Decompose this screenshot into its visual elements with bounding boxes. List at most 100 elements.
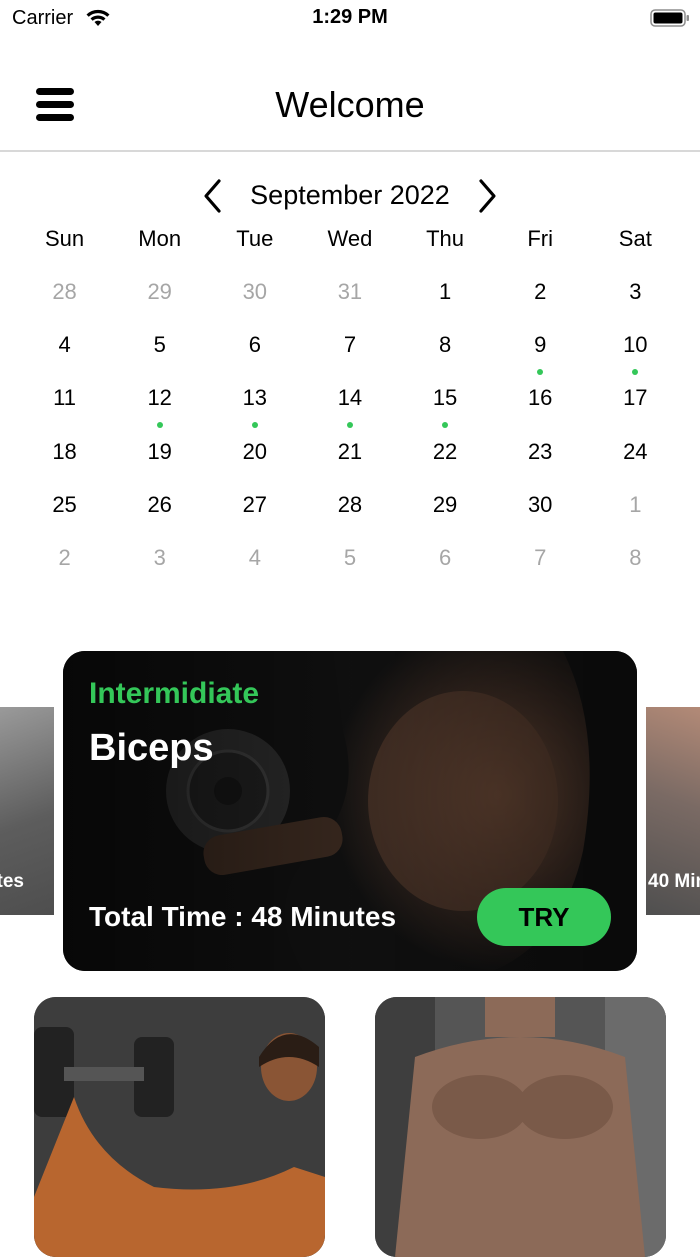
calendar-day[interactable]: 6 (207, 327, 302, 380)
weekday-label: Wed (327, 226, 373, 251)
featured-workout-card[interactable]: Intermidiate Biceps Total Time : 48 Minu… (63, 651, 637, 971)
calendar-day[interactable]: 16 (493, 380, 588, 433)
calendar-day[interactable]: 22 (398, 434, 493, 487)
calendar-day[interactable]: 3 (112, 540, 207, 593)
calendar-day-number: 8 (438, 332, 452, 358)
previous-workout-card[interactable]: tes (0, 707, 54, 915)
workout-name: Biceps (89, 727, 214, 769)
calendar-day[interactable]: 28 (17, 274, 112, 327)
weekday-label: Thu (426, 226, 465, 251)
calendar-day-number: 26 (147, 491, 172, 517)
calendar-day-number: 17 (623, 385, 648, 411)
weekday-label: Sat (618, 226, 652, 251)
calendar-day-number: 27 (242, 491, 268, 517)
calendar-day-number: 11 (53, 385, 76, 411)
calendar-day-number: 16 (527, 385, 553, 411)
weekday-header: Sun Mon Tue Wed Thu Fri Sat (17, 226, 683, 260)
workout-tile-arms[interactable] (34, 997, 325, 1257)
calendar-day-number: 20 (242, 438, 268, 464)
calendar-week-row: 25 26 27 28 29 30 1 (17, 487, 683, 540)
calendar-day[interactable]: 14 (302, 380, 397, 433)
calendar-day[interactable]: 8 (588, 540, 683, 593)
calendar-day[interactable]: 27 (207, 487, 302, 540)
calendar-day[interactable]: 25 (17, 487, 112, 540)
workout-card-time: tes (0, 871, 24, 892)
calendar-day[interactable]: 7 (302, 327, 397, 380)
calendar-day[interactable]: 5 (302, 540, 397, 593)
calendar-day-number: 14 (337, 385, 363, 411)
calendar-day[interactable]: 6 (398, 540, 493, 593)
calendar-day[interactable]: 5 (112, 327, 207, 380)
calendar-day[interactable]: 1 (398, 274, 493, 327)
calendar-day-number: 22 (432, 438, 458, 464)
calendar-day[interactable]: 13 (207, 380, 302, 433)
calendar-day-number: 31 (337, 279, 363, 304)
calendar-day-number: 15 (432, 385, 458, 411)
calendar-day[interactable]: 30 (207, 274, 302, 327)
calendar-day[interactable]: 20 (207, 434, 302, 487)
calendar-day-number: 25 (52, 491, 77, 517)
calendar-day[interactable]: 12 (112, 380, 207, 433)
calendar-day[interactable]: 15 (398, 380, 493, 433)
weekday-label: Tue (236, 226, 274, 251)
weekday-label: Sun (44, 226, 85, 251)
calendar-day[interactable]: 8 (398, 327, 493, 380)
page-title: Welcome (275, 84, 425, 125)
calendar-day[interactable]: 3 (588, 274, 683, 327)
calendar-day[interactable]: 29 (398, 487, 493, 540)
calendar-day-number: 19 (147, 438, 172, 464)
calendar-day[interactable]: 21 (302, 434, 397, 487)
weekday-label: Fri (527, 226, 554, 251)
calendar-day[interactable]: 1 (588, 487, 683, 540)
calendar-day[interactable]: 18 (17, 434, 112, 487)
calendar-day[interactable]: 7 (493, 540, 588, 593)
workout-indicator-dot (537, 369, 544, 376)
clock: 1:29 PM (312, 6, 388, 28)
calendar-header: September 2022 (0, 172, 700, 220)
calendar-day-number: 13 (242, 385, 268, 411)
calendar-week-row: 28 29 30 31 1 2 3 (17, 274, 683, 327)
calendar-day-number: 21 (337, 438, 363, 464)
workout-card-time: 40 Min (648, 871, 700, 892)
calendar-day[interactable]: 23 (493, 434, 588, 487)
workout-total-time: Total Time : 48 Minutes (89, 901, 397, 932)
difficulty-level: Intermidiate (89, 677, 260, 710)
next-workout-card[interactable]: 40 Min (646, 707, 700, 915)
calendar-day[interactable]: 19 (112, 434, 207, 487)
chevron-right-icon[interactable] (472, 176, 502, 216)
calendar-week-row: 4 5 6 7 8 9 10 (17, 327, 683, 380)
status-bar: Carrier 1:29 PM (0, 0, 700, 36)
calendar-day[interactable]: 26 (112, 487, 207, 540)
calendar-day-number: 5 (153, 332, 166, 358)
calendar-day-number: 2 (534, 279, 547, 304)
calendar-grid: 28 29 30 31 1 2 3 4 5 6 7 8 9 10 11 12 13 14 15 16 17 18 19 20 2… (17, 274, 683, 593)
workout-indicator-dot (251, 422, 258, 429)
calendar-day-number: 30 (527, 491, 553, 517)
calendar-day-number: 30 (242, 279, 268, 304)
calendar-day[interactable]: 30 (493, 487, 588, 540)
workout-tile-chest[interactable] (375, 997, 666, 1257)
calendar-day[interactable]: 17 (588, 380, 683, 433)
workout-tile-image (34, 997, 325, 1257)
try-button[interactable]: TRY (477, 888, 611, 946)
workout-indicator-dot (346, 422, 353, 429)
calendar-day[interactable]: 28 (302, 487, 397, 540)
calendar-day-number: 8 (629, 544, 642, 570)
battery-icon (650, 9, 689, 27)
weekday-label: Mon (138, 226, 182, 251)
calendar-day[interactable]: 29 (112, 274, 207, 327)
calendar-day[interactable]: 4 (17, 327, 112, 380)
calendar-day[interactable]: 10 (588, 327, 683, 380)
calendar-day-number: 5 (343, 544, 357, 570)
calendar-day[interactable]: 11 (17, 380, 112, 433)
calendar-day-number: 28 (337, 491, 363, 517)
calendar-day[interactable]: 9 (493, 327, 588, 380)
calendar-month-label: September 2022 (250, 180, 450, 210)
workout-tile-image (375, 997, 666, 1257)
calendar-day[interactable]: 4 (207, 540, 302, 593)
calendar-day[interactable]: 31 (302, 274, 397, 327)
calendar-day[interactable]: 2 (493, 274, 588, 327)
calendar-day[interactable]: 2 (17, 540, 112, 593)
calendar-day[interactable]: 24 (588, 434, 683, 487)
workout-indicator-dot (156, 422, 163, 429)
